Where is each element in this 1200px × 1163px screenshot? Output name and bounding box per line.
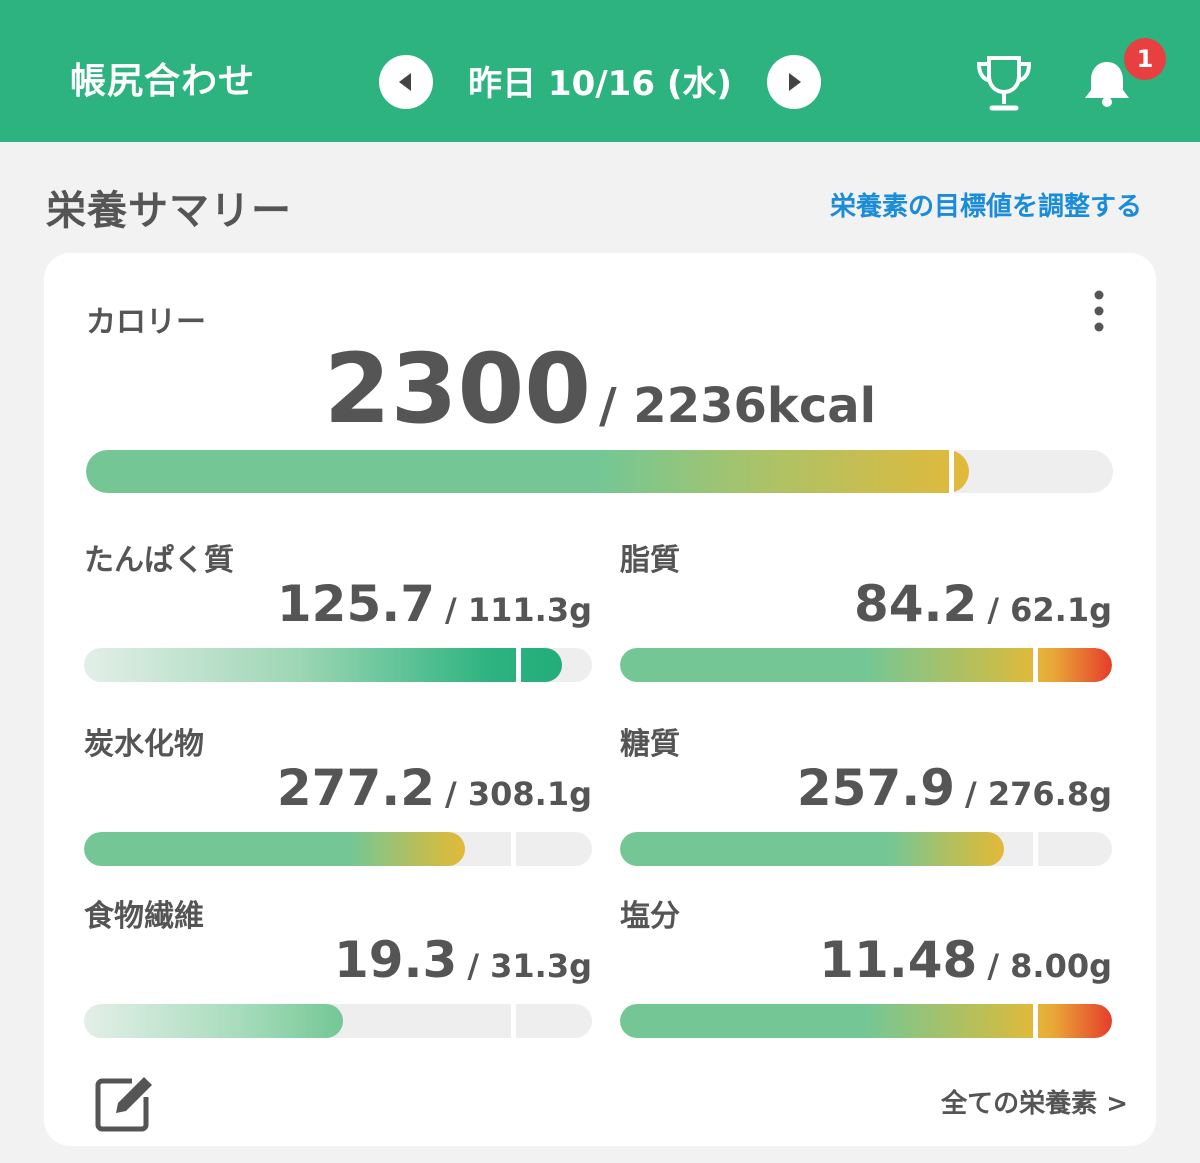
notification-badge: 1: [1124, 38, 1166, 80]
nutrient-target-marker: [1033, 1004, 1039, 1038]
calorie-progress-bar: [86, 450, 1113, 493]
nutrient-values: 257.9/ 276.8g: [620, 759, 1112, 817]
nutrient-progress-fill: [84, 1004, 344, 1038]
nutrient-values: 11.48/ 8.00g: [620, 931, 1112, 989]
nutrient-label: 炭水化物: [84, 727, 204, 762]
calorie-progress-fill: [86, 450, 970, 493]
trophy-icon[interactable]: [975, 54, 1033, 114]
more-vertical-icon[interactable]: [1090, 289, 1108, 333]
nutrient-progress-bar: [620, 648, 1112, 682]
nutrient-label: 食物繊維: [84, 899, 204, 934]
calorie-value: 2300: [323, 333, 592, 445]
nutrient-value: 11.48: [819, 931, 978, 989]
edit-icon[interactable]: [94, 1075, 154, 1133]
section-title: 栄養サマリー: [46, 188, 292, 234]
nutrition-summary-card: カロリー 2300/ 2236kcal たんぱく質 125.7/ 111.3g 脂質…: [44, 253, 1156, 1146]
nutrient-value: 19.3: [333, 931, 458, 989]
chevron-left-icon: [399, 73, 411, 91]
nutrient-target-marker: [510, 832, 516, 866]
nutrient-label: 脂質: [620, 543, 680, 578]
nutrient-goal: / 111.3g: [445, 591, 592, 629]
nutrient-values: 19.3/ 31.3g: [84, 931, 592, 989]
next-day-button[interactable]: [767, 55, 821, 109]
nutrient-target-marker: [1033, 648, 1039, 682]
nutrient-target-marker: [510, 1004, 516, 1038]
nutrient-progress-fill: [620, 832, 1004, 866]
nutrient-label: 塩分: [620, 899, 680, 934]
nutrient-progress-fill: [84, 648, 562, 682]
app-title: 帳尻合わせ: [70, 61, 256, 102]
nutrient-progress-bar: [84, 832, 592, 866]
nutrient-progress-bar: [84, 648, 592, 682]
nutrient-progress-bar: [620, 1004, 1112, 1038]
nutrient-goal: / 31.3g: [467, 947, 592, 985]
adjust-targets-link[interactable]: 栄養素の目標値を調整する: [830, 186, 1142, 223]
previous-day-button[interactable]: [379, 55, 433, 109]
nutrient-value: 257.9: [796, 759, 956, 817]
nutrient-value: 277.2: [276, 759, 436, 817]
chevron-right-icon: [789, 73, 801, 91]
nutrient-label: たんぱく質: [84, 543, 234, 578]
nutrient-goal: / 62.1g: [987, 591, 1112, 629]
nutrient-target-marker: [1033, 832, 1039, 866]
app-header: 帳尻合わせ 昨日 10/16 (水) 1: [0, 0, 1200, 142]
nutrient-progress-bar: [84, 1004, 592, 1038]
nutrient-progress-fill: [84, 832, 465, 866]
nutrient-value: 125.7: [276, 575, 436, 633]
nutrient-values: 125.7/ 111.3g: [84, 575, 592, 633]
nutrient-progress-bar: [620, 832, 1112, 866]
nutrient-label: 糖質: [620, 727, 680, 762]
calorie-target-marker: [948, 450, 954, 493]
nutrient-goal: / 308.1g: [445, 775, 592, 813]
nutrient-value: 84.2: [853, 575, 978, 633]
calorie-values: 2300/ 2236kcal: [44, 333, 1156, 445]
nutrient-values: 84.2/ 62.1g: [620, 575, 1112, 633]
nutrient-goal: / 8.00g: [987, 947, 1112, 985]
nutrient-values: 277.2/ 308.1g: [84, 759, 592, 817]
nutrient-target-marker: [515, 648, 521, 682]
all-nutrients-link[interactable]: 全ての栄養素 >: [941, 1083, 1128, 1120]
nutrient-goal: / 276.8g: [965, 775, 1112, 813]
calorie-goal: / 2236kcal: [599, 378, 877, 434]
current-date-label[interactable]: 昨日 10/16 (水): [440, 56, 760, 105]
